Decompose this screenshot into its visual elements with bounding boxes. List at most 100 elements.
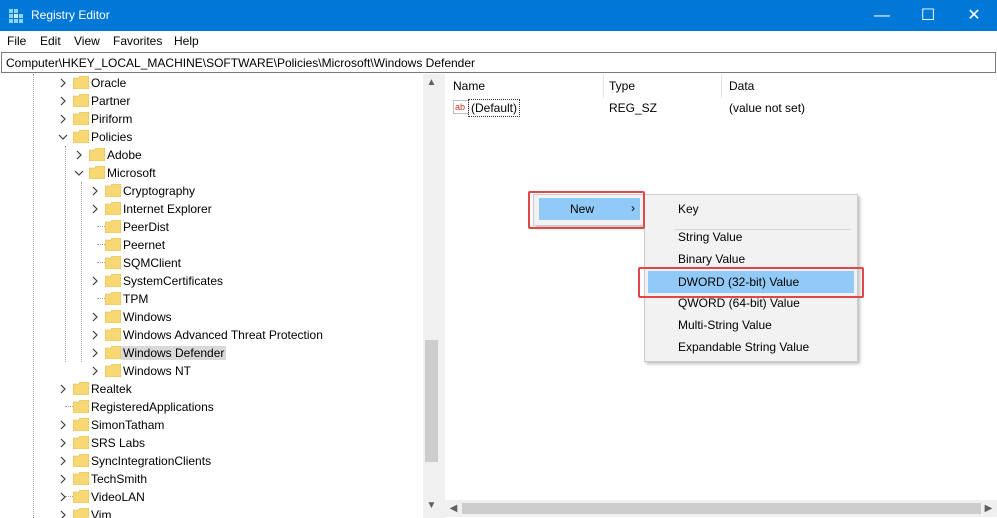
tree-item-internet-explorer[interactable]: Internet Explorer <box>89 200 419 218</box>
key-tree[interactable]: Oracle Partner Piriform Policies Adobe M… <box>0 74 440 518</box>
scroll-right-arrow-icon[interactable]: ▶ <box>980 500 997 517</box>
submenu-item-multi-string-value[interactable]: Multi-String Value <box>648 314 854 336</box>
tree-label: PeerDist <box>123 220 170 234</box>
chevron-right-icon[interactable] <box>89 274 101 288</box>
folder-icon <box>105 184 121 197</box>
folder-icon <box>73 508 89 518</box>
tree-item-sqmclient[interactable]: SQMClient <box>89 254 419 272</box>
tree-label: Oracle <box>91 76 127 90</box>
column-header-name[interactable]: Name <box>453 79 485 93</box>
chevron-down-icon[interactable] <box>73 166 85 180</box>
registry-editor-icon <box>9 9 23 23</box>
tree-item-techsmith[interactable]: TechSmith <box>57 470 417 488</box>
tree-item-windows-defender[interactable]: Windows Defender <box>89 344 419 362</box>
value-data: (value not set) <box>729 101 806 115</box>
tree-item-vim[interactable]: Vim <box>57 506 417 518</box>
tree-item-srs-labs[interactable]: SRS Labs <box>57 434 417 452</box>
tree-item-piriform[interactable]: Piriform <box>57 110 417 128</box>
folder-icon <box>105 202 121 215</box>
chevron-right-icon[interactable] <box>89 346 101 360</box>
tree-item-simontatham[interactable]: SimonTatham <box>57 416 417 434</box>
menu-help[interactable]: Help <box>174 34 199 48</box>
scroll-thumb[interactable] <box>425 340 438 462</box>
menu-file[interactable]: File <box>7 34 26 48</box>
value-row-default[interactable]: ab (Default) REG_SZ (value not set) <box>453 99 973 117</box>
tree-item-partner[interactable]: Partner <box>57 92 417 110</box>
chevron-right-icon[interactable] <box>57 436 69 450</box>
chevron-right-icon[interactable] <box>57 508 69 518</box>
chevron-right-icon[interactable] <box>89 364 101 378</box>
chevron-right-icon[interactable] <box>89 310 101 324</box>
tree-vertical-scrollbar[interactable]: ▲ ▼ <box>423 74 440 518</box>
tree-item-oracle[interactable]: Oracle <box>57 74 417 92</box>
chevron-right-icon[interactable] <box>57 76 69 90</box>
tree-item-peernet[interactable]: Peernet <box>89 236 419 254</box>
tree-label: Windows Advanced Threat Protection <box>123 328 323 342</box>
chevron-right-icon[interactable] <box>57 382 69 396</box>
folder-icon <box>73 436 89 449</box>
tree-label-selected: Windows Defender <box>121 346 227 360</box>
chevron-right-icon[interactable] <box>57 112 69 126</box>
tree-label: Windows NT <box>123 364 192 378</box>
scroll-down-arrow-icon[interactable]: ▼ <box>423 497 440 514</box>
menu-favorites[interactable]: Favorites <box>113 34 162 48</box>
address-bar[interactable]: Computer\HKEY_LOCAL_MACHINE\SOFTWARE\Pol… <box>1 52 996 73</box>
values-horizontal-scrollbar[interactable]: ◀ ▶ <box>445 500 997 517</box>
value-name: (Default) <box>468 99 521 117</box>
tree-label: Piriform <box>91 112 133 126</box>
folder-icon <box>105 256 121 269</box>
folder-open-icon <box>89 166 105 179</box>
tree-label: Adobe <box>107 148 142 162</box>
minimize-icon: — <box>874 7 890 24</box>
menu-edit[interactable]: Edit <box>40 34 61 48</box>
minimize-button[interactable]: — <box>859 0 905 31</box>
submenu-item-key[interactable]: Key <box>648 198 854 220</box>
tree-item-windows-nt[interactable]: Windows NT <box>89 362 419 380</box>
column-header-data[interactable]: Data <box>729 79 754 93</box>
tree-item-realtek[interactable]: Realtek <box>57 380 417 398</box>
chevron-right-icon[interactable] <box>89 328 101 342</box>
chevron-right-icon[interactable] <box>73 148 85 162</box>
maximize-button[interactable]: ☐ <box>905 0 951 31</box>
tree-item-windows-advanced-threat-protection[interactable]: Windows Advanced Threat Protection <box>89 326 419 344</box>
address-path: Computer\HKEY_LOCAL_MACHINE\SOFTWARE\Pol… <box>6 56 476 70</box>
scroll-left-arrow-icon[interactable]: ◀ <box>445 500 462 517</box>
submenu-item-string-value[interactable]: String Value <box>648 226 854 248</box>
chevron-right-icon[interactable] <box>57 454 69 468</box>
tree-item-adobe[interactable]: Adobe <box>73 146 413 164</box>
chevron-right-icon[interactable] <box>57 94 69 108</box>
tree-item-systemcertificates[interactable]: SystemCertificates <box>89 272 419 290</box>
chevron-right-icon[interactable] <box>89 202 101 216</box>
tree-item-videolan[interactable]: VideoLAN <box>57 488 417 506</box>
chevron-right-icon[interactable] <box>89 184 101 198</box>
tree-label: TechSmith <box>91 472 148 486</box>
close-icon: ✕ <box>967 7 981 24</box>
chevron-right-icon[interactable] <box>57 418 69 432</box>
folder-icon <box>89 148 105 161</box>
tree-label: Internet Explorer <box>123 202 212 216</box>
submenu-item-expandable-string-value[interactable]: Expandable String Value <box>648 336 854 358</box>
tree-item-microsoft[interactable]: Microsoft <box>73 164 413 182</box>
tree-item-registeredapplications[interactable]: RegisteredApplications <box>57 398 417 416</box>
tree-label: VideoLAN <box>91 490 145 504</box>
tree-label: SystemCertificates <box>123 274 224 288</box>
chevron-right-icon[interactable] <box>57 490 69 504</box>
chevron-right-icon[interactable] <box>57 472 69 486</box>
scroll-up-arrow-icon[interactable]: ▲ <box>423 74 440 91</box>
tree-item-tpm[interactable]: TPM <box>89 290 419 308</box>
tree-item-peerdist[interactable]: PeerDist <box>89 218 419 236</box>
column-header-type[interactable]: Type <box>609 79 635 93</box>
menu-view[interactable]: View <box>74 34 100 48</box>
close-button[interactable]: ✕ <box>951 0 997 31</box>
tree-item-cryptography[interactable]: Cryptography <box>89 182 419 200</box>
scroll-thumb[interactable] <box>462 503 981 514</box>
submenu-label: String Value <box>678 230 743 244</box>
tree-item-windows[interactable]: Windows <box>89 308 419 326</box>
maximize-icon: ☐ <box>920 7 936 24</box>
chevron-down-icon[interactable] <box>57 130 69 144</box>
tree-item-syncintegrationclients[interactable]: SyncIntegrationClients <box>57 452 417 470</box>
folder-open-icon <box>73 130 89 143</box>
tree-label: Windows <box>123 310 172 324</box>
tree-item-policies[interactable]: Policies <box>57 128 417 146</box>
window-title: Registry Editor <box>31 8 110 22</box>
